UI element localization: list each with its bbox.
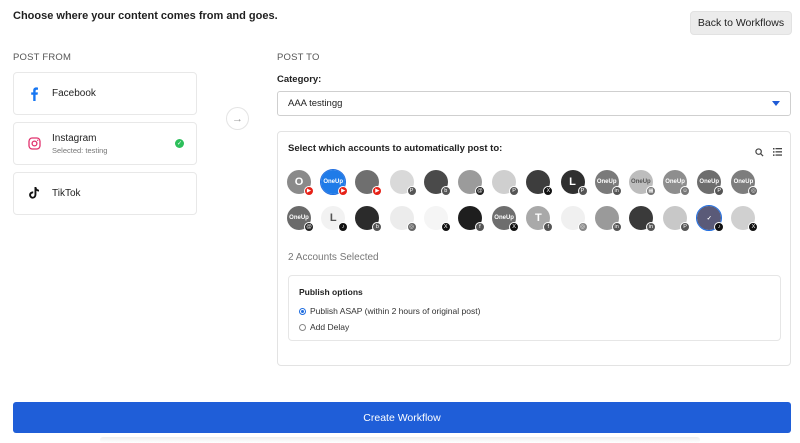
source-name: TikTok	[52, 188, 81, 199]
snapchat-icon: ☺	[680, 186, 691, 196]
youtube-icon: ▶	[372, 186, 383, 196]
account-avatar[interactable]: LP	[560, 170, 588, 196]
instagram-icon	[26, 136, 42, 152]
account-avatar[interactable]: ◎	[560, 206, 588, 232]
source-card-tiktok[interactable]: TikTok	[13, 172, 197, 215]
source-card-instagram[interactable]: Instagram Selected: testing ✓	[13, 122, 197, 165]
account-avatar[interactable]: b	[423, 170, 451, 196]
x-icon: X	[543, 186, 554, 196]
list-view-icon[interactable]	[772, 147, 782, 157]
pinterest-icon: P	[680, 222, 691, 232]
account-avatar[interactable]: X	[731, 206, 759, 232]
account-row: O ▶ OneUp ▶ ▶ Pb @ P X L P OneUp in OneUp ▦ OneUp ☺ OneUp…	[287, 169, 767, 206]
threads-icon: @	[474, 186, 485, 196]
account-avatar[interactable]: X	[526, 170, 554, 196]
tiktok-icon	[26, 186, 42, 202]
account-avatar[interactable]: X	[423, 206, 451, 232]
account-avatar[interactable]: O ▶	[287, 170, 314, 196]
account-avatar[interactable]: OneUp in	[594, 170, 622, 196]
account-avatar[interactable]: P	[663, 206, 691, 232]
account-avatar[interactable]: P	[389, 170, 417, 196]
linkedin-icon: in	[645, 222, 656, 232]
pinterest-icon: P	[406, 186, 417, 196]
x-icon: X	[748, 222, 759, 232]
accounts-panel: Select which accounts to automatically p…	[277, 131, 791, 366]
account-avatar[interactable]: in	[594, 206, 622, 232]
bottom-divider	[100, 437, 700, 443]
add-delay-label: Add Delay	[310, 322, 350, 332]
instagram-icon: ◎	[577, 222, 588, 232]
source-name: Instagram	[52, 132, 97, 144]
publish-asap-option[interactable]: Publish ASAP (within 2 hours of original…	[299, 306, 480, 316]
tiktok-icon: ♪	[714, 222, 725, 232]
account-avatar[interactable]: f	[457, 206, 485, 232]
account-avatar[interactable]: OneUp ▶	[320, 169, 349, 196]
youtube-icon: ▶	[304, 186, 314, 196]
bluesky-icon: b	[372, 222, 383, 232]
category-label: Category:	[277, 74, 322, 85]
account-avatar[interactable]: ◎	[389, 206, 417, 232]
linkedin-icon: in	[611, 186, 622, 196]
source-card-facebook[interactable]: Facebook	[13, 72, 197, 115]
category-value: AAA testingg	[288, 98, 343, 109]
facebook-icon: f	[543, 222, 554, 232]
radio-delay[interactable]	[299, 323, 306, 331]
workflow-page: Choose where your content comes from and…	[0, 0, 800, 443]
arrow-right-icon: →	[226, 107, 249, 130]
add-delay-option[interactable]: Add Delay	[299, 322, 349, 332]
x-icon: X	[509, 222, 520, 232]
pinterest-icon: P	[577, 186, 588, 196]
account-avatar[interactable]: b	[355, 206, 383, 232]
back-to-workflows-button[interactable]: Back to Workflows	[690, 11, 792, 35]
account-avatar[interactable]: L ♪	[321, 206, 349, 232]
caret-down-icon	[772, 101, 780, 106]
account-avatar[interactable]: OneUp X	[492, 206, 520, 232]
threads-icon: @	[304, 222, 314, 232]
source-selected-account: Selected: testing	[52, 145, 108, 155]
instagram-icon: ◎	[406, 222, 417, 232]
radio-asap[interactable]	[299, 307, 306, 315]
account-avatar[interactable]: in	[628, 206, 656, 232]
search-icon[interactable]	[754, 147, 764, 157]
youtube-icon: ▶	[338, 186, 349, 196]
tiktok-icon: ♪	[338, 222, 349, 232]
facebook-icon	[26, 86, 42, 102]
post-to-label: POST TO	[277, 52, 320, 63]
account-avatar[interactable]: OneUp P	[697, 170, 725, 196]
account-avatar[interactable]: P	[492, 170, 520, 196]
source-name: Facebook	[52, 88, 96, 99]
facebook-icon: f	[474, 222, 485, 232]
account-avatar[interactable]: OneUp ▦	[628, 170, 656, 196]
publish-asap-label: Publish ASAP (within 2 hours of original…	[310, 306, 481, 316]
account-avatar[interactable]: @	[457, 170, 485, 196]
pinterest-icon: P	[509, 186, 520, 196]
account-avatar[interactable]: ✓ ♪	[696, 205, 725, 232]
gmb-icon: ▦	[645, 186, 656, 196]
account-row: OneUp @ L ♪ b ◎ Xf OneUp X Tf ◎ in in P ✓ ♪ X	[287, 205, 767, 242]
linkedin-icon: in	[611, 222, 622, 232]
account-avatar[interactable]: OneUp @	[287, 206, 314, 232]
instagram-icon: ◎	[748, 186, 759, 196]
publish-options: Publish options Publish ASAP (within 2 h…	[288, 275, 781, 341]
create-workflow-button[interactable]: Create Workflow	[13, 402, 791, 433]
bluesky-icon: b	[440, 186, 451, 196]
publish-options-title: Publish options	[299, 287, 363, 297]
accounts-title: Select which accounts to automatically p…	[288, 143, 503, 154]
post-from-label: POST FROM	[13, 52, 72, 63]
category-select[interactable]: AAA testingg	[277, 91, 791, 116]
account-avatar[interactable]: OneUp ☺	[663, 170, 691, 196]
account-avatar[interactable]: Tf	[526, 206, 554, 232]
check-icon: ✓	[175, 139, 184, 148]
x-icon: X	[440, 222, 451, 232]
account-avatar[interactable]: OneUp ◎	[731, 170, 759, 196]
account-avatar-grid: O ▶ OneUp ▶ ▶ Pb @ P X L P OneUp in OneUp ▦ OneUp ☺ OneUp…	[287, 169, 767, 242]
pinterest-icon: P	[714, 186, 725, 196]
selected-count: 2 Accounts Selected	[288, 252, 379, 263]
page-heading: Choose where your content comes from and…	[13, 10, 278, 22]
account-avatar[interactable]: ▶	[355, 170, 383, 196]
